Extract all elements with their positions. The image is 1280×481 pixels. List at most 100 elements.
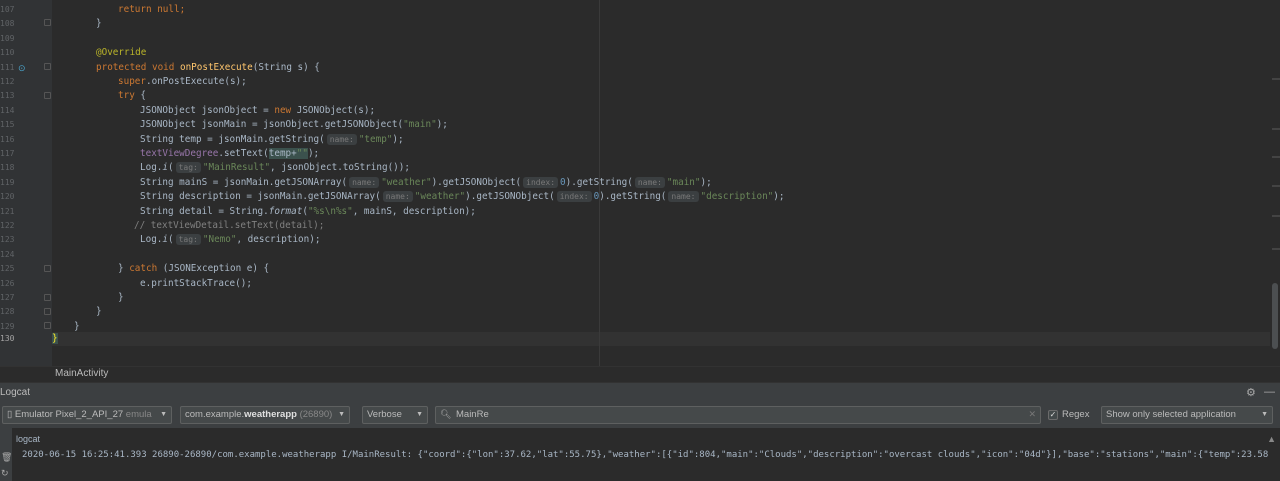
method-name: onPostExecute bbox=[179, 61, 253, 73]
gear-icon[interactable]: ⚙ bbox=[1246, 386, 1256, 399]
code-text: String mainS = jsonMain.getJSONArray( bbox=[140, 176, 348, 188]
breadcrumb-item[interactable]: MainActivity bbox=[55, 368, 108, 379]
regex-checkbox[interactable]: ✓ bbox=[1048, 410, 1058, 420]
scrollbar-thumb[interactable] bbox=[1272, 283, 1278, 349]
scroll-marker bbox=[1272, 156, 1280, 158]
string-literal: "description" bbox=[700, 191, 774, 203]
logcat-header: Logcat ⚙ — bbox=[0, 382, 1280, 402]
override-method-icon[interactable]: ⊙ bbox=[18, 61, 26, 75]
line-number: 110 bbox=[0, 48, 15, 58]
fold-marker-icon[interactable] bbox=[44, 294, 51, 301]
filter-value: Show only selected application bbox=[1106, 409, 1236, 420]
scroll-up-icon[interactable]: ▲ bbox=[1267, 434, 1276, 444]
code-text: String temp = jsonMain.getString( bbox=[140, 133, 325, 145]
string-literal: "MainResult" bbox=[202, 162, 271, 174]
string-literal: "" bbox=[296, 148, 308, 159]
fold-marker-icon[interactable] bbox=[44, 92, 51, 99]
logcat-toolbar: ▯ Emulator Pixel_2_API_27 emula ▼ com.ex… bbox=[0, 402, 1280, 428]
minimize-icon[interactable]: — bbox=[1264, 386, 1275, 398]
fold-marker-icon[interactable] bbox=[44, 63, 51, 70]
method-name: format bbox=[268, 205, 303, 217]
regex-label: Regex bbox=[1062, 409, 1090, 420]
code-text: Log. bbox=[140, 234, 163, 246]
log-level-value: Verbose bbox=[367, 409, 402, 420]
line-number: 118 bbox=[0, 163, 15, 173]
code-text: ); bbox=[700, 176, 712, 188]
code-text: ( bbox=[168, 234, 174, 246]
code-text: (String s) { bbox=[252, 61, 320, 73]
fold-marker-icon[interactable] bbox=[44, 322, 51, 329]
code-text: ); bbox=[392, 133, 404, 145]
line-number: 120 bbox=[0, 192, 15, 202]
code-area[interactable]: return null; } @Override protected void … bbox=[52, 0, 1270, 366]
code-text: .onPostExecute(s); bbox=[146, 76, 247, 87]
code-line: String detail = String.format("%s\n%s", … bbox=[140, 205, 476, 219]
clear-icon[interactable]: ✕ bbox=[1028, 409, 1036, 420]
string-literal: "weather" bbox=[414, 191, 466, 203]
line-number: 111 bbox=[0, 62, 15, 72]
device-select[interactable]: ▯ Emulator Pixel_2_API_27 emula ▼ bbox=[2, 406, 172, 424]
code-line: return null; bbox=[118, 3, 185, 17]
process-select[interactable]: com.example.weatherapp (26890) ▼ bbox=[180, 406, 350, 424]
code-text: , description); bbox=[236, 234, 321, 246]
process-pid: (26890) bbox=[299, 409, 333, 420]
annotation: @Override bbox=[96, 47, 147, 59]
code-line: } bbox=[52, 332, 58, 346]
code-line: } bbox=[74, 320, 80, 332]
code-line: JSONObject jsonMain = jsonObject.getJSON… bbox=[140, 118, 448, 132]
keyword: new bbox=[274, 104, 292, 116]
line-number: 113 bbox=[0, 91, 15, 101]
line-number: 125 bbox=[0, 264, 15, 274]
code-line: Log.i(tag: "MainResult", jsonObject.toStr… bbox=[140, 161, 410, 175]
string-literal: "main" bbox=[403, 119, 437, 131]
filter-select[interactable]: Show only selected application ▼ bbox=[1101, 406, 1273, 424]
matched-brace: } bbox=[52, 333, 58, 344]
fold-marker-icon[interactable] bbox=[44, 308, 51, 315]
line-number: 121 bbox=[0, 206, 15, 216]
log-level-select[interactable]: Verbose ▼ bbox=[362, 406, 428, 424]
line-number: 112 bbox=[0, 77, 15, 86]
parameter-hint: name: bbox=[668, 191, 699, 203]
line-number: 108 bbox=[0, 19, 15, 29]
line-number: 119 bbox=[0, 177, 15, 187]
scroll-marker bbox=[1272, 128, 1280, 130]
side-toolbar: 🗑︎ ↻ bbox=[0, 428, 12, 481]
code-line: String description = jsonMain.getJSONArr… bbox=[140, 190, 784, 204]
code-line: } bbox=[96, 306, 102, 318]
line-number: 117 bbox=[0, 149, 15, 158]
code-text: ); bbox=[436, 119, 448, 131]
code-line: } bbox=[118, 292, 124, 303]
line-number: 124 bbox=[0, 249, 15, 259]
search-input[interactable]: 🔍︎ MainRe ✕ bbox=[435, 406, 1041, 424]
editor-scrollbar[interactable] bbox=[1270, 0, 1280, 366]
log-output[interactable]: 🗑︎ ↻ logcat 2020-06-15 16:25:41.393 2689… bbox=[0, 428, 1280, 481]
code-text: String description = jsonMain.getJSONArr… bbox=[140, 191, 381, 203]
keyword: try bbox=[118, 90, 135, 102]
line-number-current: 130 bbox=[0, 334, 15, 343]
string-literal: "temp" bbox=[358, 133, 393, 145]
parameter-hint: tag: bbox=[175, 162, 201, 174]
code-line: String temp = jsonMain.getString(name: "t… bbox=[140, 133, 404, 147]
code-text: JSONObject(s); bbox=[291, 104, 376, 116]
scroll-marker bbox=[1272, 185, 1280, 187]
restart-icon[interactable]: ↻ bbox=[1, 468, 9, 479]
trash-icon[interactable]: 🗑︎ bbox=[1, 452, 12, 463]
line-number: 116 bbox=[0, 134, 15, 144]
parameter-hint: name: bbox=[634, 176, 665, 188]
fold-marker-icon[interactable] bbox=[44, 265, 51, 272]
code-line: super.onPostExecute(s); bbox=[118, 75, 247, 89]
code-editor[interactable]: 107 108 109 110 111 112 113 114 115 116 … bbox=[0, 0, 1280, 366]
log-line[interactable]: 2020-06-15 16:25:41.393 26890-26890/com.… bbox=[22, 450, 1268, 460]
code-text: ; bbox=[179, 4, 186, 15]
device-suffix: emula bbox=[125, 409, 152, 420]
code-text: ).getJSONObject( bbox=[465, 191, 555, 203]
code-line: try { bbox=[118, 89, 146, 103]
scroll-marker bbox=[1272, 215, 1280, 217]
parameter-hint: tag: bbox=[175, 234, 201, 246]
line-number: 115 bbox=[0, 120, 15, 130]
logcat-panel-label: logcat bbox=[16, 434, 41, 444]
parameter-hint: name: bbox=[382, 191, 413, 203]
fold-marker-icon[interactable] bbox=[44, 19, 51, 26]
code-text: ).getString( bbox=[599, 191, 667, 203]
line-number: 128 bbox=[0, 307, 15, 317]
